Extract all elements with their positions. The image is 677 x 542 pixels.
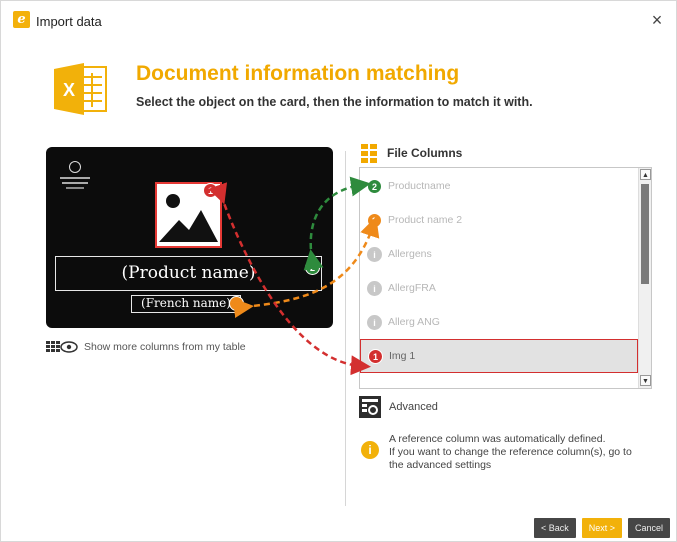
info-icon: i bbox=[361, 441, 379, 459]
file-columns-header: File Columns bbox=[361, 144, 463, 163]
show-more-columns-label: Show more columns from my table bbox=[84, 341, 246, 353]
info-text-line: A reference column was automatically def… bbox=[389, 433, 606, 445]
column-label: AllergFRA bbox=[388, 282, 436, 294]
match-badge: 2 bbox=[367, 178, 382, 194]
back-button[interactable]: < Back bbox=[533, 518, 576, 538]
info-badge-icon: i bbox=[367, 280, 382, 296]
advanced-button[interactable]: Advanced bbox=[359, 395, 438, 419]
excel-icon: X bbox=[54, 63, 107, 115]
card-french-name-field[interactable]: (French name) bbox=[131, 295, 241, 313]
import-data-dialog: e Import data × X Document information m… bbox=[0, 0, 677, 542]
image-match-badge: 1 bbox=[203, 183, 218, 198]
close-button[interactable]: × bbox=[646, 9, 668, 31]
page-title: Document information matching bbox=[136, 62, 460, 85]
column-label: Allergens bbox=[388, 248, 432, 260]
list-item[interactable]: i AllergFRA bbox=[360, 271, 638, 305]
panel-divider bbox=[345, 151, 346, 506]
card-product-name-field[interactable]: (Product name) bbox=[55, 256, 322, 291]
french-name-match-badge: 3 bbox=[229, 296, 244, 311]
card-preview: 1 (Product name) 2 (French name) 3 bbox=[46, 147, 333, 328]
app-logo-icon: e bbox=[13, 11, 30, 28]
next-button[interactable]: Next > bbox=[581, 518, 622, 538]
file-columns-list[interactable]: 2 Productname 3 Product name 2 i Allerge… bbox=[359, 167, 652, 389]
file-columns-title: File Columns bbox=[387, 146, 463, 160]
info-badge-icon: i bbox=[367, 246, 382, 262]
column-label: Img 1 bbox=[389, 350, 416, 362]
svg-text:X: X bbox=[63, 80, 75, 100]
column-label: Product name 2 bbox=[388, 214, 463, 226]
match-badge: 3 bbox=[367, 212, 382, 228]
list-item[interactable]: i Allerg ANG bbox=[360, 305, 638, 339]
info-text-line: the advanced settings bbox=[389, 459, 492, 471]
info-badge-icon: i bbox=[367, 314, 382, 330]
info-text-line: If you want to change the reference colu… bbox=[389, 446, 632, 458]
card-logo-icon bbox=[60, 161, 90, 205]
list-item-selected[interactable]: 1 Img 1 bbox=[360, 339, 638, 373]
column-label: Productname bbox=[388, 180, 451, 192]
info-message: i A reference column was automatically d… bbox=[361, 433, 661, 472]
show-more-columns-link[interactable]: Show more columns from my table bbox=[46, 339, 246, 355]
window-title: Import data bbox=[36, 14, 102, 29]
scroll-down-icon[interactable]: ▼ bbox=[640, 375, 651, 386]
list-item[interactable]: 3 Product name 2 bbox=[360, 203, 638, 237]
table-eye-icon bbox=[46, 340, 78, 354]
list-item[interactable]: 2 Productname bbox=[360, 169, 638, 203]
advanced-label: Advanced bbox=[389, 401, 438, 413]
column-label: Allerg ANG bbox=[388, 316, 440, 328]
scroll-thumb[interactable] bbox=[641, 184, 649, 284]
cancel-button[interactable]: Cancel bbox=[627, 518, 670, 538]
title-bar: e Import data × bbox=[1, 1, 676, 41]
list-scrollbar[interactable]: ▲ ▼ bbox=[638, 168, 651, 388]
page-subtitle: Select the object on the card, then the … bbox=[136, 95, 533, 109]
product-name-match-badge: 2 bbox=[305, 260, 320, 275]
advanced-settings-icon bbox=[359, 396, 381, 418]
file-columns-icon bbox=[361, 144, 379, 163]
dialog-footer: < Back Next > Cancel bbox=[533, 518, 670, 538]
match-badge: 1 bbox=[368, 348, 383, 364]
list-item[interactable]: i Allergens bbox=[360, 237, 638, 271]
scroll-up-icon[interactable]: ▲ bbox=[640, 169, 651, 180]
